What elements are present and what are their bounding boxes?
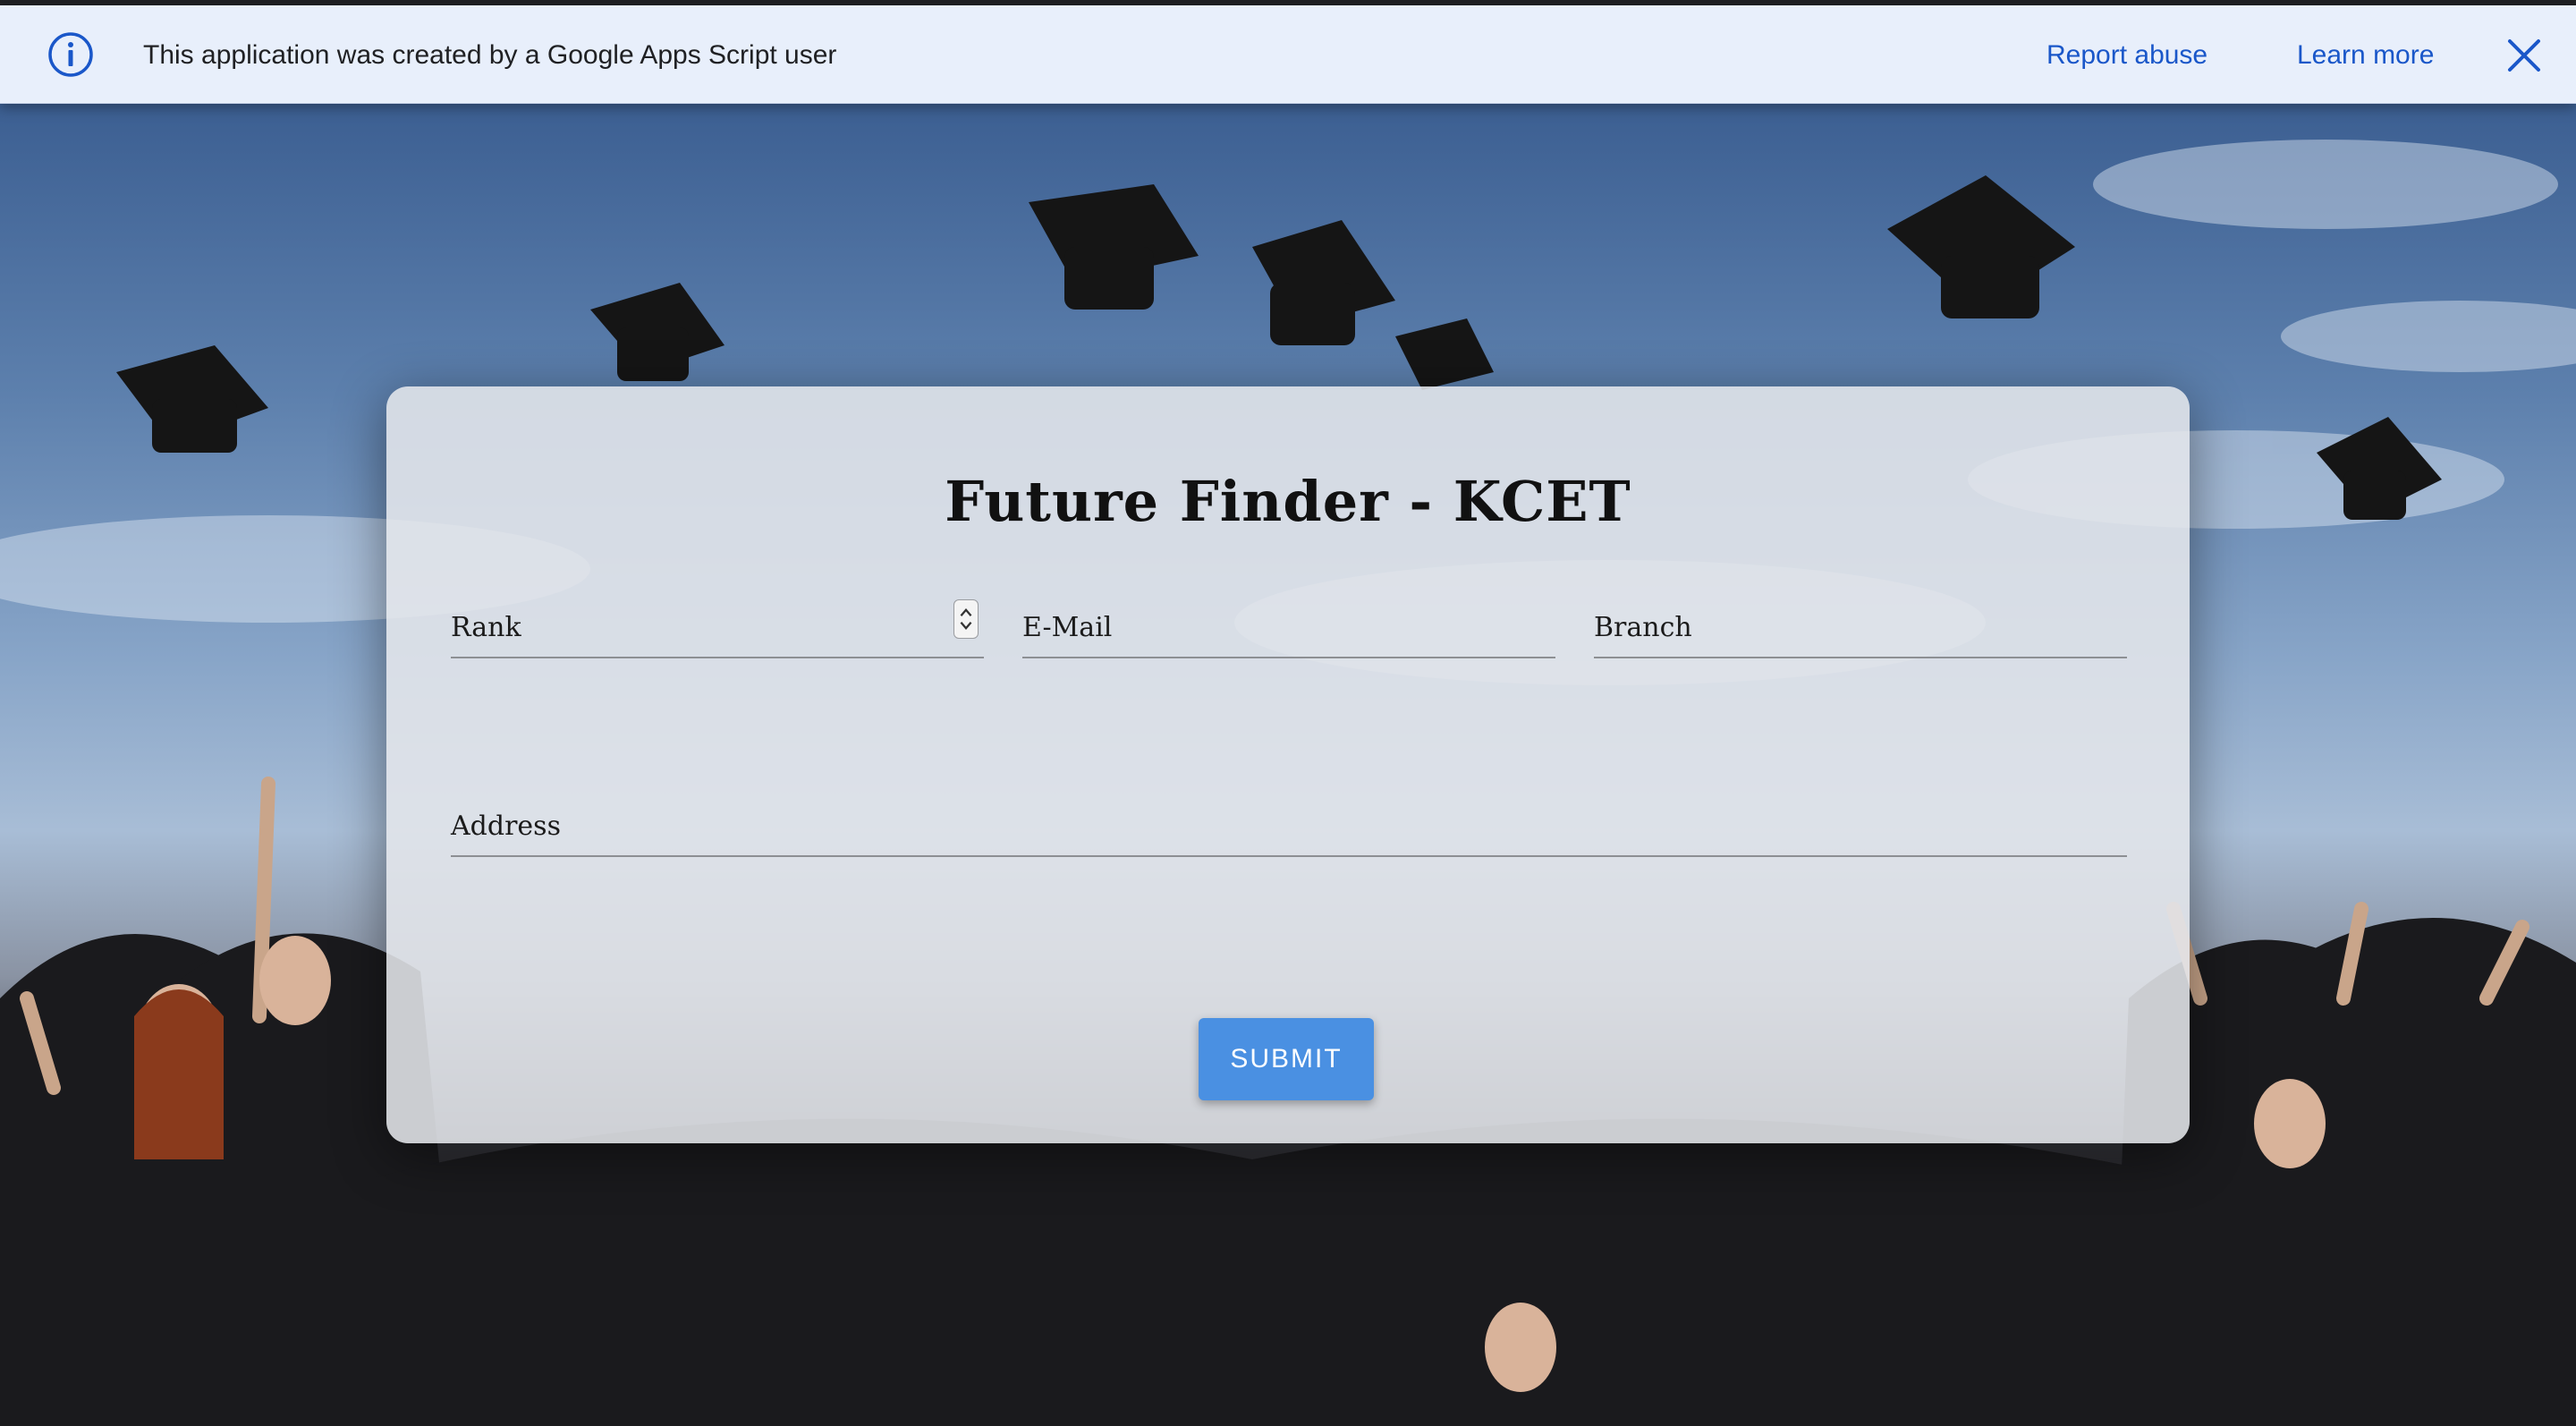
info-icon [48, 32, 93, 77]
banner-message: This application was created by a Google… [143, 40, 837, 70]
rank-field[interactable]: Rank [451, 590, 984, 658]
apps-script-banner: This application was created by a Google… [0, 5, 2576, 104]
address-field[interactable]: Address [451, 789, 2127, 857]
page-title: Future Finder - KCET [945, 469, 1631, 534]
email-input[interactable] [1022, 590, 1555, 657]
close-icon[interactable] [2504, 36, 2544, 75]
branch-input[interactable] [1594, 590, 2127, 657]
branch-field[interactable]: Branch [1594, 590, 2127, 658]
address-input[interactable] [451, 789, 2127, 855]
number-stepper-icon[interactable] [953, 599, 979, 639]
search-form-card: Future Finder - KCET Rank E-Mail Branch … [386, 386, 2190, 1143]
rank-input[interactable] [451, 590, 984, 657]
report-abuse-link[interactable]: Report abuse [2046, 38, 2207, 73]
email-field[interactable]: E-Mail [1022, 590, 1555, 658]
submit-button[interactable]: SUBMIT [1199, 1018, 1374, 1100]
learn-more-link[interactable]: Learn more [2297, 38, 2434, 73]
